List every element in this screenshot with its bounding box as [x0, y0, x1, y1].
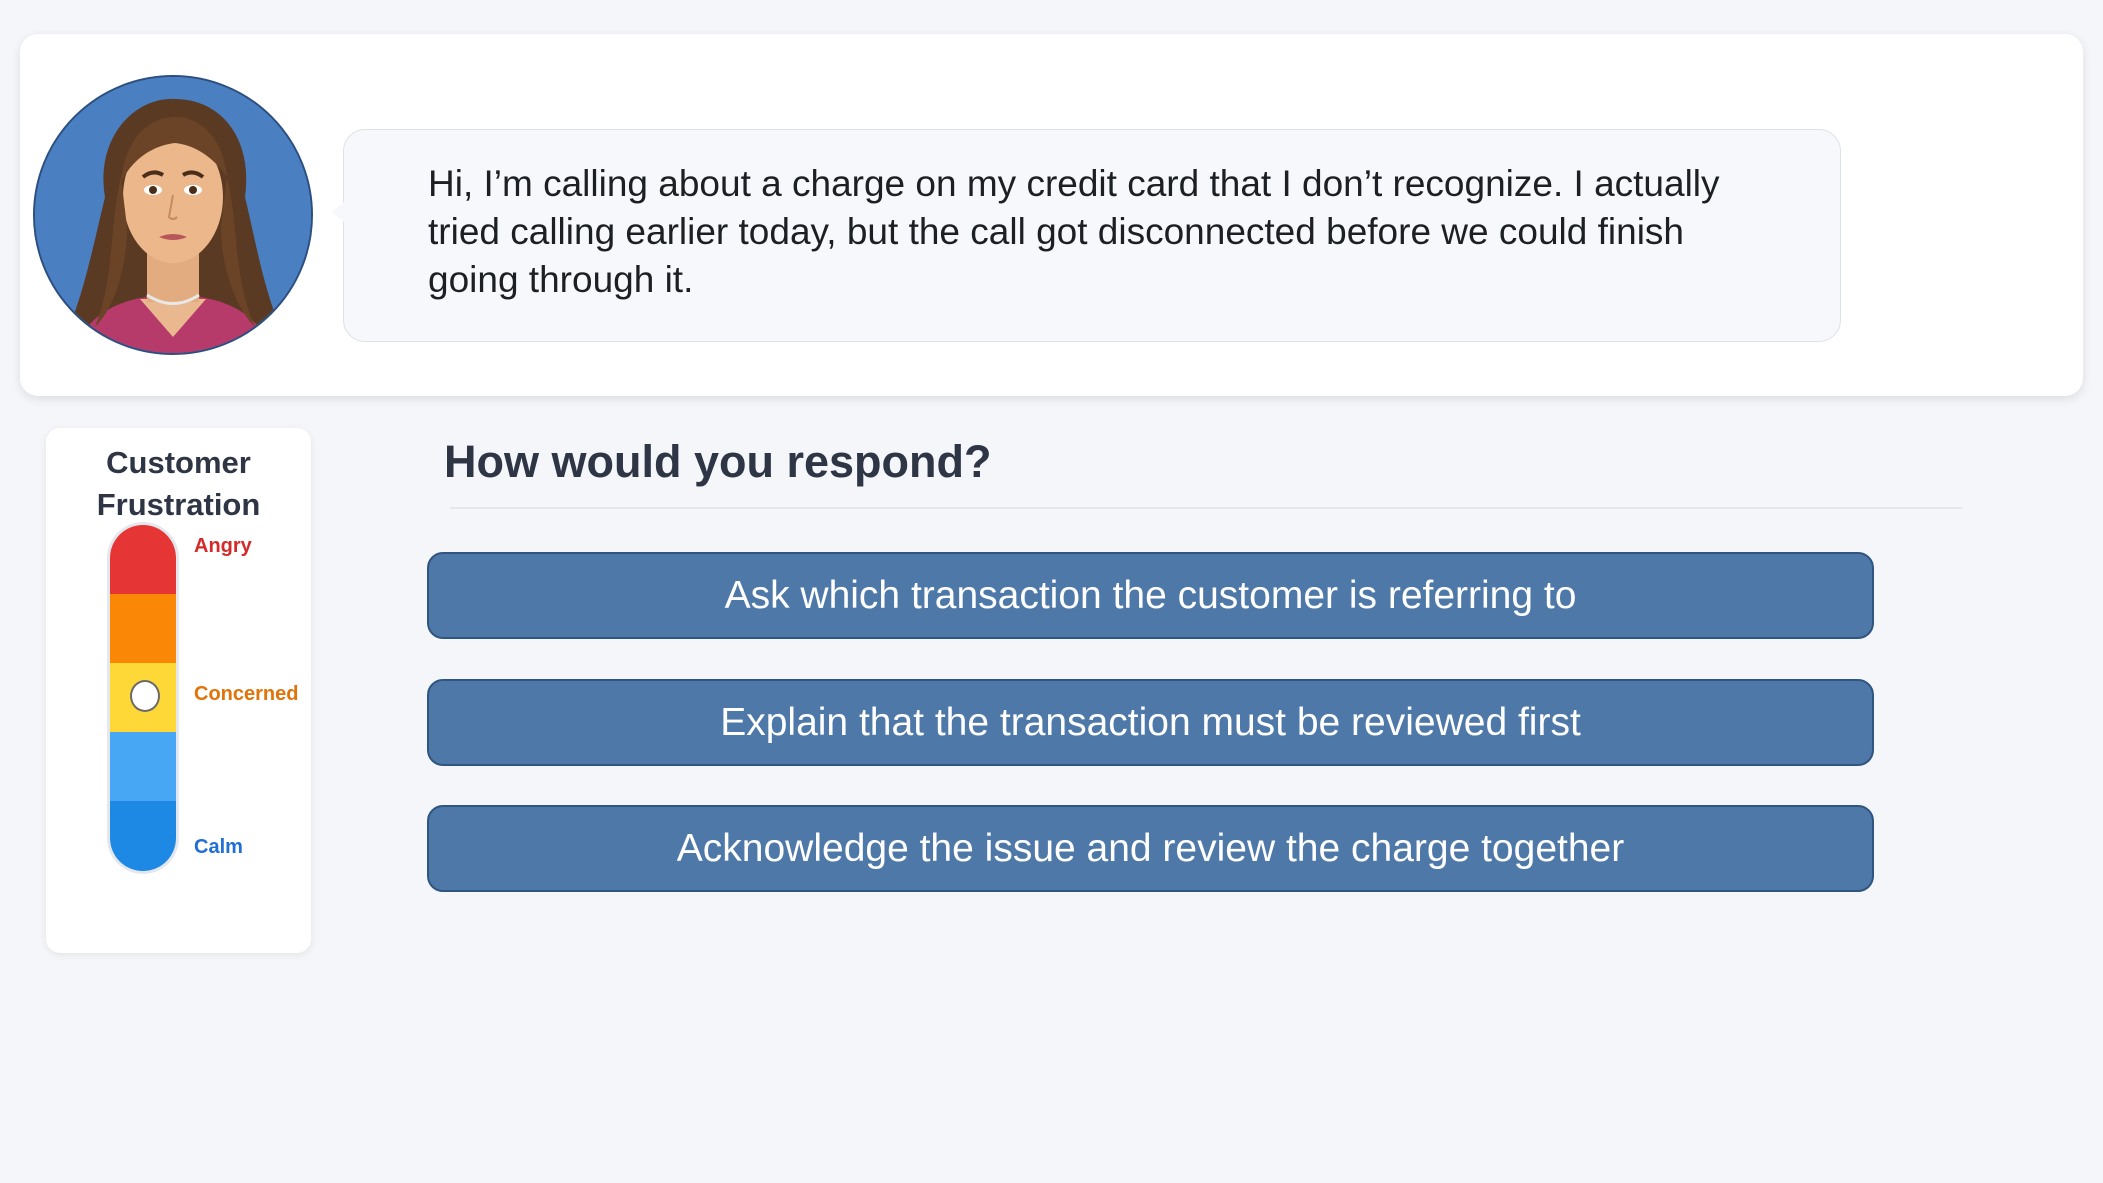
meter-label-concerned: Concerned [194, 683, 299, 705]
meter-segment-relaxed [110, 732, 176, 801]
meter-segment-upset [110, 594, 176, 663]
meter-label-calm: Calm [194, 836, 243, 858]
frustration-meter-title: Customer Frustration [96, 445, 261, 522]
speech-bubble: Hi, I’m calling about a charge on my cre… [332, 129, 1841, 342]
frustration-meter-card: Customer Frustration Angry Concerned Cal… [46, 428, 311, 953]
response-option-2[interactable]: Explain that the transaction must be rev… [427, 679, 1874, 766]
customer-avatar-icon [33, 75, 313, 355]
speech-bubble-pointer [332, 202, 344, 222]
frustration-level-indicator [130, 680, 160, 712]
response-option-1[interactable]: Ask which transaction the customer is re… [427, 552, 1874, 639]
response-question: How would you respond? [444, 436, 992, 487]
customer-message-card: Hi, I’m calling about a charge on my cre… [20, 34, 2083, 396]
meter-label-angry: Angry [194, 535, 252, 557]
meter-segment-calm [110, 801, 176, 871]
meter-segment-angry [110, 525, 176, 594]
question-divider [450, 507, 1962, 509]
response-option-3[interactable]: Acknowledge the issue and review the cha… [427, 805, 1874, 892]
customer-message: Hi, I’m calling about a charge on my cre… [428, 163, 1720, 300]
